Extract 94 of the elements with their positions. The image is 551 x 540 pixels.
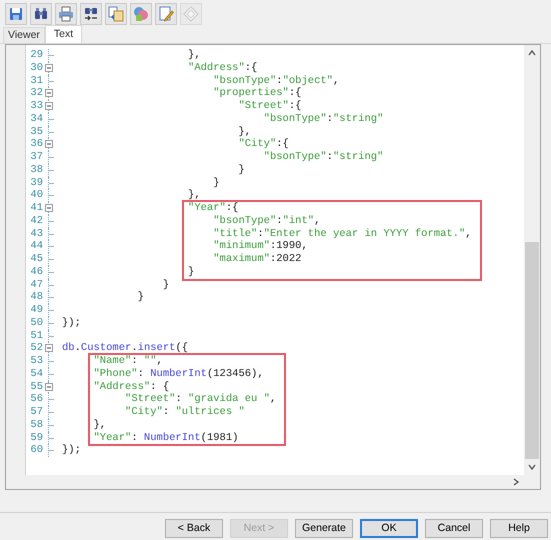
code-line: "bsonType":"string": [262, 151, 384, 164]
code-line: "bsonType":"int",: [212, 214, 322, 228]
code-line: "maximum":2022: [212, 253, 302, 266]
code-line: }: [136, 291, 145, 304]
fold-icon[interactable]: [45, 204, 53, 212]
line-number: 56: [29, 393, 43, 406]
dialog-button[interactable]: < Back: [165, 519, 223, 538]
tab[interactable]: Text: [44, 25, 82, 43]
line-number: 35: [29, 126, 43, 138]
code-line: },: [237, 126, 252, 138]
code-line: }: [188, 266, 196, 278]
scroll-down-icon[interactable]: [528, 463, 536, 471]
line-number: 44: [29, 240, 43, 253]
line-number: 47: [29, 278, 43, 292]
line-number: 36: [29, 138, 43, 151]
line-number: 52: [29, 342, 43, 355]
line-number: 39: [29, 176, 43, 190]
code-editor[interactable]: [5, 44, 541, 490]
line-number: 31: [29, 74, 43, 88]
line-number: 51: [29, 330, 43, 342]
line-number: 55: [29, 380, 43, 394]
code-line: "minimum":1990,: [212, 240, 309, 253]
color-shapes-icon: [133, 6, 149, 22]
line-number: 60: [29, 444, 43, 457]
code-line: });: [62, 444, 82, 457]
copy-pages-icon: [108, 6, 124, 22]
dialog-button[interactable]: Cancel: [425, 519, 483, 538]
horizontal-scrollbar[interactable]: [6, 475, 540, 489]
code-line: },: [187, 189, 202, 202]
line-number: 29: [29, 49, 43, 62]
code-line: },: [187, 49, 202, 62]
code-line: }: [162, 278, 170, 292]
code-line: },: [94, 418, 108, 432]
code-line: "Street":{: [237, 100, 302, 113]
diamond-icon: [183, 6, 199, 22]
line-number: 54: [29, 368, 43, 380]
code-line: "Street": "gravida eu ",: [124, 393, 276, 406]
line-number: 53: [29, 355, 43, 368]
line-number: 32: [29, 87, 43, 100]
code-line: "bsonType":"string": [262, 112, 384, 126]
dialog-button[interactable]: OK: [360, 519, 418, 538]
code-line: db.Customer.insert({: [62, 342, 190, 355]
line-number: 40: [29, 189, 43, 202]
line-number: 46: [29, 266, 43, 278]
code-line: "properties":{: [212, 87, 302, 100]
tab[interactable]: Viewer: [3, 27, 45, 43]
line-number: 49: [29, 304, 43, 317]
code-line: "Name": "",: [94, 355, 164, 368]
fold-icon[interactable]: [45, 102, 53, 110]
toolbar-button[interactable]: [5, 3, 27, 25]
code-line: });: [62, 316, 82, 330]
line-number: 33: [29, 100, 43, 113]
printer-icon: [58, 6, 74, 22]
dialog-button[interactable]: Help: [490, 519, 548, 538]
toolbar-button[interactable]: [55, 3, 77, 25]
code-line: "bsonType":"object",: [212, 74, 340, 87]
fold-icon[interactable]: [45, 64, 53, 72]
code-line: "Phone": NumberInt(123456),: [94, 368, 265, 380]
dialog-button[interactable]: Generate: [295, 519, 353, 538]
vertical-scrollbar[interactable]: [524, 45, 540, 475]
line-number: 50: [29, 316, 43, 330]
fold-icon[interactable]: [45, 382, 53, 390]
line-number: 48: [29, 291, 43, 304]
save-icon: [8, 6, 24, 22]
line-number: 43: [29, 228, 43, 240]
scroll-right-icon[interactable]: [512, 478, 520, 486]
code-line: "City": "ultrices ": [124, 406, 246, 419]
line-number: 57: [29, 406, 43, 419]
fold-icon[interactable]: [45, 140, 53, 148]
fold-icon[interactable]: [45, 344, 53, 352]
line-number: 45: [29, 253, 43, 266]
code-line: }: [212, 176, 221, 190]
line-number: 41: [29, 202, 43, 215]
fold-icon[interactable]: [45, 89, 53, 98]
code-line: "Address":{: [187, 62, 258, 74]
code-line: "Year":{: [188, 202, 240, 215]
scroll-up-icon[interactable]: [528, 49, 536, 57]
line-number: 59: [29, 432, 43, 444]
line-number: 38: [29, 164, 43, 176]
line-number: 37: [29, 151, 43, 164]
line-number: 58: [29, 418, 43, 432]
code-line: "Year": NumberInt(1981): [94, 432, 240, 444]
toolbar-button[interactable]: [80, 3, 102, 25]
line-number: 42: [29, 214, 43, 228]
binoculars-arrows-icon: [83, 6, 99, 22]
line-number: 34: [29, 112, 43, 126]
toolbar-button[interactable]: [30, 3, 52, 25]
line-number: 30: [29, 62, 43, 74]
code-line: "Address": {: [94, 380, 170, 393]
binoculars-icon: [33, 6, 49, 22]
document-pencil-icon: [158, 6, 174, 22]
code-line: }: [237, 164, 246, 176]
code-line: "title":"Enter the year in YYYY format.",: [212, 228, 472, 240]
code-line: "City":{: [237, 138, 290, 151]
